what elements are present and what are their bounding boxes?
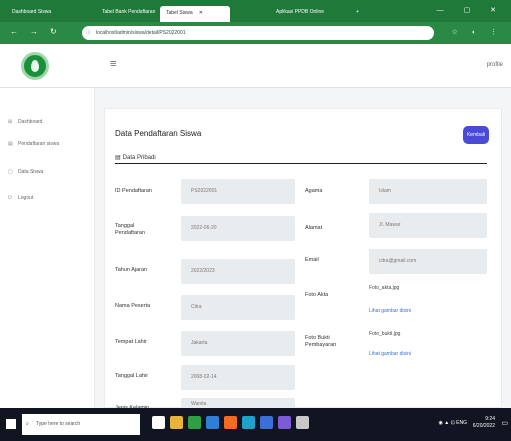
back-icon[interactable]: ← xyxy=(10,27,18,36)
field-label-agama: Agama xyxy=(305,188,323,194)
app-header: ≡ profile xyxy=(0,44,511,88)
browser-toolbar: ← → ↻ ⓘ localhost/admin/siswa/detail/PS2… xyxy=(0,22,511,44)
tab-label: Tabel Siswa xyxy=(166,10,193,16)
window-controls[interactable]: — ▢ ✕ xyxy=(437,6,505,14)
field-label-tanggal-pendaftaran: Tanggal Pendaftaran xyxy=(115,223,145,236)
sidebar-item-dashboard[interactable]: ⊞ Dashboard xyxy=(8,116,42,128)
detail-card: Data Pendaftaran Siswa Kembali ▤ Data Pri… xyxy=(104,108,502,411)
field-label-id: ID Pendaftaran xyxy=(115,188,152,194)
browser-tab[interactable]: Tabel Bank Pendaftaran xyxy=(96,5,156,19)
close-tab-icon[interactable]: ✕ xyxy=(199,10,203,16)
field-value-tanggal-pendaftaran: 2022-06-20 xyxy=(181,216,295,241)
app-logo[interactable] xyxy=(21,52,49,80)
sidebar-item-label: Dashboard xyxy=(18,119,43,125)
field-label-tempat-lahir: Tempat Lahir xyxy=(115,339,147,345)
notification-icon[interactable]: ▭ xyxy=(501,419,508,427)
task-view-icon[interactable] xyxy=(152,416,165,429)
system-tray[interactable]: ◉ ▲ ⊡ ENG xyxy=(438,420,467,426)
info-icon[interactable]: ⓘ xyxy=(86,26,91,40)
view-akta-link[interactable]: Lihat gambar disini xyxy=(369,308,411,314)
dashboard-icon: ⊞ xyxy=(8,119,13,125)
search-placeholder: Type here to search xyxy=(36,421,81,427)
sidebar: ⊞ Dashboard ▤ Pendaftaran siswa ▢ Data Sisw… xyxy=(0,88,95,408)
browser-tab[interactable]: Dashboard Siswa xyxy=(6,5,58,19)
field-label-foto-bukti: Foto Bukti Pembayaran xyxy=(305,335,337,348)
new-tab-button[interactable]: + xyxy=(352,5,366,19)
logout-icon: ⏻ xyxy=(8,195,12,201)
sidebar-item-logout[interactable]: ⏻ Logout xyxy=(8,192,33,204)
taskbar-search-input[interactable]: ⌕ Type here to search xyxy=(22,414,140,435)
data-icon: ▢ xyxy=(8,169,13,175)
page-title: Data Pendaftaran Siswa xyxy=(115,129,202,138)
sidebar-item-data-siswa[interactable]: ▢ Data Siswa xyxy=(8,166,43,178)
store-icon[interactable] xyxy=(260,416,273,429)
menu-toggle-icon[interactable]: ≡ xyxy=(110,58,116,70)
field-label-tanggal-lahir: Tanggal Lahir xyxy=(115,373,149,379)
vscode-icon[interactable] xyxy=(206,416,219,429)
sidebar-item-label: Logout xyxy=(18,195,34,201)
field-value-agama: Islam xyxy=(369,179,487,204)
taskbar-clock[interactable]: 9:24 6/20/2022 xyxy=(473,416,495,430)
tab-label: Dashboard Siswa xyxy=(12,9,52,15)
section-title: Data Pribadi xyxy=(122,155,156,161)
taskbar: ⌕ Type here to search ◉ ▲ ⊡ ENG 9:24 6/2… xyxy=(0,408,511,441)
field-label-nama-peserta: Nama Peserta xyxy=(115,303,151,309)
field-value-nama-peserta: Citra xyxy=(181,295,295,320)
browser-tab[interactable]: Aplikasi PPDB Online xyxy=(270,5,350,19)
field-value-tempat-lahir: Jakarta xyxy=(181,331,295,356)
file-name-akta: Foto_akta.jpg xyxy=(369,285,400,291)
browser-tab-bar: Dashboard Siswa Tabel Bank Pendaftaran T… xyxy=(0,0,511,22)
file-explorer-icon[interactable] xyxy=(170,416,183,429)
sidebar-item-pendaftaran[interactable]: ▤ Pendaftaran siswa xyxy=(8,138,59,150)
field-label-email: Email xyxy=(305,257,319,263)
back-button[interactable]: Kembali xyxy=(463,126,489,144)
clock-time: 9:24 xyxy=(485,416,495,422)
field-value-tahun-ajaran: 2022/2023 xyxy=(181,259,295,284)
file-name-bukti: Foto_bukti.jpg xyxy=(369,331,401,337)
tab-label: Tabel Bank Pendaftaran xyxy=(102,9,156,15)
photos-icon[interactable] xyxy=(278,416,291,429)
browser-extension-icons[interactable]: ☆ ◐ ⋮ xyxy=(452,28,503,36)
url-text: localhost/admin/siswa/detail/PS2022001 xyxy=(96,30,186,36)
reload-icon[interactable]: ↻ xyxy=(50,27,57,36)
field-value-email: citra@gmail.com xyxy=(369,249,487,274)
document-icon: ▤ xyxy=(115,155,121,161)
sidebar-item-label: Pendaftaran siswa xyxy=(18,141,60,147)
settings-icon[interactable] xyxy=(296,416,309,429)
field-value-alamat: Jl. Mawar xyxy=(369,213,487,238)
section-header: ▤ Data Pribadi xyxy=(115,154,487,164)
forward-icon[interactable]: → xyxy=(30,27,38,36)
tab-label: Aplikasi PPDB Online xyxy=(276,9,325,15)
field-label-tahun-ajaran: Tahun Ajaran xyxy=(115,267,148,273)
search-icon: ⌕ xyxy=(26,421,29,427)
sidebar-item-label: Data Siswa xyxy=(18,169,44,175)
edge-icon[interactable] xyxy=(242,416,255,429)
field-value-id: PS2022001 xyxy=(181,179,295,204)
field-label-alamat: Alamat xyxy=(305,225,323,231)
field-value-tanggal-lahir: 2008-02-14 xyxy=(181,365,295,390)
view-bukti-link[interactable]: Lihat gambar disini xyxy=(369,351,411,357)
browser-tab-active[interactable]: Tabel Siswa ✕ xyxy=(160,6,230,22)
user-menu[interactable]: profile xyxy=(487,62,503,68)
address-bar[interactable]: ⓘ localhost/admin/siswa/detail/PS2022001 xyxy=(82,26,434,40)
field-label-foto-akta: Foto Akta xyxy=(305,292,329,298)
chrome-icon[interactable] xyxy=(188,416,201,429)
clock-date: 6/20/2022 xyxy=(472,423,495,429)
windows-start-icon[interactable] xyxy=(6,419,16,429)
form-icon: ▤ xyxy=(8,141,13,147)
xampp-icon[interactable] xyxy=(224,416,237,429)
